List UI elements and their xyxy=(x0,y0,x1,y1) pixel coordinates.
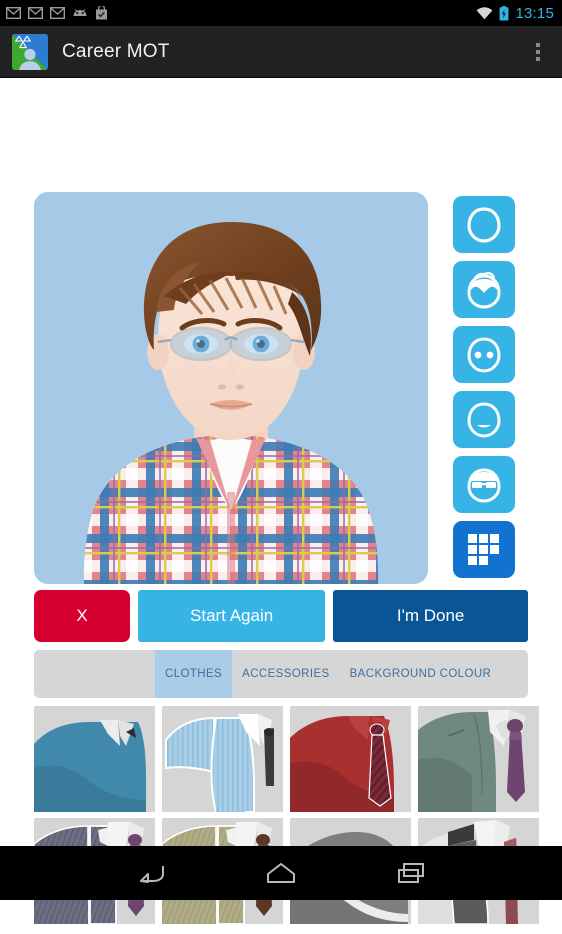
im-done-button[interactable]: I'm Done xyxy=(333,590,528,642)
feature-toolbar xyxy=(453,196,515,578)
android-icon xyxy=(73,8,87,16)
hair-icon xyxy=(467,271,501,309)
page-title: Career MOT xyxy=(62,40,170,62)
status-bar-system-icons: 13:15 xyxy=(476,5,554,22)
back-button[interactable] xyxy=(128,856,174,890)
tab-bar-spacer xyxy=(34,650,155,698)
avatar-preview[interactable] xyxy=(34,192,428,584)
clothing-option-blue-polo-shirt[interactable] xyxy=(34,706,155,812)
clothing-option-green-grey-suit-purple-tie[interactable] xyxy=(418,706,539,812)
tab-background-colour[interactable]: BACKGROUND COLOUR xyxy=(340,650,502,698)
feature-button-glasses[interactable] xyxy=(453,456,515,513)
battery-charging-icon xyxy=(500,5,509,20)
green-grey-suit-thumbnail xyxy=(418,706,539,812)
overflow-menu-icon[interactable] xyxy=(520,32,556,72)
cancel-button[interactable]: X xyxy=(34,590,130,642)
status-bar-clock: 13:15 xyxy=(515,4,554,22)
mouth-icon xyxy=(467,401,501,438)
recent-apps-button[interactable] xyxy=(388,856,434,890)
eyes-icon xyxy=(467,336,501,373)
light-blue-shirt-thumbnail xyxy=(162,706,283,812)
tab-clothes[interactable]: CLOTHES xyxy=(155,650,233,698)
grid-icon xyxy=(468,533,499,565)
status-bar: 13:15 xyxy=(0,0,562,26)
feature-button-face-shape[interactable] xyxy=(453,196,515,253)
glasses-icon xyxy=(467,467,501,503)
avatar-image xyxy=(34,192,428,584)
feature-button-clothes-grid[interactable] xyxy=(453,521,515,578)
wifi-icon xyxy=(477,6,493,19)
home-icon xyxy=(267,863,295,883)
android-navigation-bar xyxy=(0,846,562,900)
feature-button-hair[interactable] xyxy=(453,261,515,318)
main-content: X Start Again I'm Done CLOTHES ACCESSORI… xyxy=(0,78,562,924)
career-mot-app-icon xyxy=(12,33,48,70)
action-button-row: X Start Again I'm Done xyxy=(34,590,528,642)
face-shape-icon xyxy=(467,206,501,243)
feature-button-mouth[interactable] xyxy=(453,391,515,448)
feature-button-eyes[interactable] xyxy=(453,326,515,383)
recent-apps-icon xyxy=(398,863,424,883)
gmail-icon xyxy=(28,7,43,19)
status-bar-notification-icons xyxy=(6,6,108,20)
home-button[interactable] xyxy=(258,856,304,890)
person-silhouette-icon xyxy=(19,48,41,70)
blue-polo-thumbnail xyxy=(34,706,155,812)
back-arrow-icon xyxy=(140,866,164,883)
gmail-icon xyxy=(6,7,21,19)
gmail-icon xyxy=(50,7,65,19)
clothing-option-red-shirt-with-tie[interactable] xyxy=(290,706,411,812)
start-again-button[interactable]: Start Again xyxy=(138,590,326,642)
clothing-option-light-blue-striped-shirt[interactable] xyxy=(162,706,283,812)
red-shirt-thumbnail xyxy=(290,706,411,812)
action-bar: Career MOT xyxy=(0,26,562,78)
category-tab-bar: CLOTHES ACCESSORIES BACKGROUND COLOUR xyxy=(34,650,528,698)
tab-accessories[interactable]: ACCESSORIES xyxy=(232,650,339,698)
play-store-icon xyxy=(96,6,107,20)
